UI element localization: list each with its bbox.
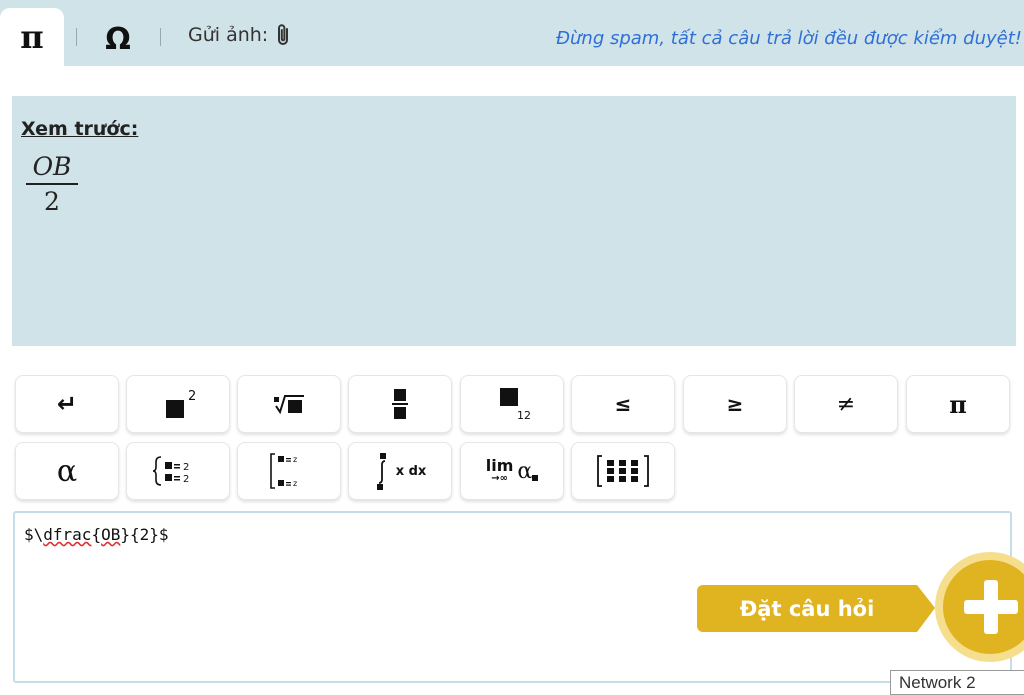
svg-text:2: 2 [183, 462, 189, 473]
integral-icon [376, 453, 386, 490]
superscript-button[interactable]: 2 [126, 375, 230, 433]
latex-numerator: OB [101, 525, 121, 544]
enter-icon: ↵ [56, 390, 78, 418]
pi-icon: π [949, 389, 967, 419]
svg-text:z: z [293, 455, 297, 464]
brace-system-icon: 2 2 [152, 456, 189, 486]
ask-question-button[interactable]: Đặt câu hỏi [697, 585, 917, 632]
tab-separator [76, 28, 77, 46]
latex-brace: { [91, 525, 102, 544]
not-equal-icon: ≠ [836, 391, 856, 417]
latex-source: $\dfrac{OB}{2}$ [24, 525, 169, 544]
matrix-icon [597, 455, 649, 487]
fraction-icon [392, 389, 408, 419]
ask-button-arrow [917, 585, 935, 632]
limit-subscript: →∞ [491, 473, 508, 484]
preview-fraction: OB 2 [26, 152, 78, 216]
tab-math-symbols[interactable]: π [0, 8, 64, 66]
preview-panel: Xem trước: OB 2 [12, 96, 1016, 346]
fraction-button[interactable] [348, 375, 452, 433]
greater-equal-icon: ≥ [726, 392, 744, 416]
editor-tabbar: π Ω Gửi ảnh: Đừng spam, tất cả câu trả l… [0, 0, 1024, 66]
limit-alpha: α [517, 458, 533, 484]
latex-command: dfrac [43, 525, 92, 544]
matrix-button[interactable] [571, 442, 675, 500]
latex-rest: }{2}$ [120, 525, 169, 544]
integral-label: x dx [395, 463, 427, 479]
network-tooltip: Network 2 [890, 670, 1024, 695]
limit-button[interactable]: lim →∞ α [460, 442, 564, 500]
svg-text:z: z [293, 479, 297, 488]
insert-newline-button[interactable]: ↵ [15, 375, 119, 433]
paperclip-icon [278, 24, 289, 45]
integral-button[interactable]: x dx [348, 442, 452, 500]
less-equal-icon: ≤ [614, 392, 632, 416]
pi-button[interactable]: π [906, 375, 1010, 433]
system-of-equations-button[interactable]: 2 2 [126, 442, 230, 500]
less-equal-button[interactable]: ≤ [571, 375, 675, 433]
alpha-icon: α [56, 453, 78, 489]
omega-icon: Ω [105, 21, 131, 57]
root-icon [274, 395, 304, 415]
moderation-notice: Đừng spam, tất cả câu trả lời đều được k… [556, 28, 1022, 49]
upload-label: Gửi ảnh: [188, 24, 269, 46]
pi-icon: π [20, 18, 44, 56]
tab-special-characters[interactable]: Ω [94, 14, 142, 64]
limit-icon: lim →∞ [486, 458, 514, 484]
not-equal-button[interactable]: ≠ [794, 375, 898, 433]
superscript-exponent: 2 [188, 389, 197, 404]
greek-letters-button[interactable]: α [15, 442, 119, 500]
bracket-system-button[interactable]: z z [237, 442, 341, 500]
fraction-numerator: OB [32, 152, 72, 181]
limit-text: lim [485, 456, 514, 475]
nth-root-button[interactable] [237, 375, 341, 433]
greater-equal-button[interactable]: ≥ [683, 375, 787, 433]
subscript-index: 12 [517, 409, 531, 422]
bracket-system-icon: z z [270, 453, 297, 489]
preview-label: Xem trước: [21, 118, 139, 140]
limit-placeholder [532, 475, 539, 481]
plus-icon-vertical [984, 580, 998, 634]
svg-text:2: 2 [183, 474, 189, 485]
subscript-button[interactable]: 12 [460, 375, 564, 433]
latex-prefix: $\ [24, 525, 44, 544]
tab-separator [160, 28, 161, 46]
upload-image-button[interactable]: Gửi ảnh: [188, 22, 292, 48]
fraction-denominator: 2 [44, 187, 60, 216]
